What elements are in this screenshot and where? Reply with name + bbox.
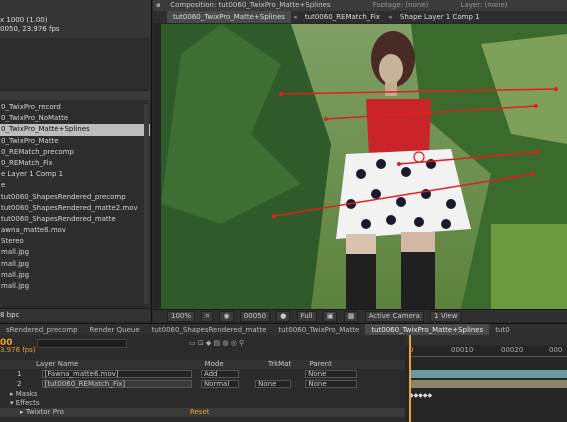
layer-number: 2	[17, 380, 22, 388]
layer-parent-dropdown[interactable]: None	[305, 380, 358, 388]
project-item[interactable]: mall.jpg	[0, 259, 150, 270]
mode-header[interactable]: Mode	[205, 360, 224, 368]
layer-row[interactable]: 1 [Fawna_matte6.mov] Add None	[0, 370, 405, 379]
layer-tab[interactable]: Layer: (none)	[461, 1, 508, 9]
layer-duration-bar[interactable]	[409, 380, 567, 388]
expand-triangle-icon[interactable]: ▸	[10, 390, 14, 398]
ruler-tick-label: 00010	[451, 346, 474, 354]
ruler-tick-label: 000	[549, 346, 563, 354]
timeline-tracks[interactable]: 0 00010 00020 000 ◆◆◆◆◆	[405, 335, 567, 422]
effect-name: Twixtor Pro	[25, 408, 64, 416]
timeline-column-headers: Layer Name Mode TrkMat Parent	[0, 360, 405, 369]
comp-panel-header: ▪ Composition: tut0060_TwixPro_Matte+Spl…	[153, 0, 567, 11]
effects-property[interactable]: ▾ Effects	[0, 399, 405, 408]
video-frame	[161, 24, 567, 309]
lock-icon[interactable]: ▪	[156, 0, 164, 11]
layer-name[interactable]: [Fawna_matte6.mov]	[41, 370, 192, 378]
panel-tab[interactable]: tut0060_ShapesRendered_matte	[146, 324, 273, 335]
grid-icon[interactable]: ⌗	[201, 311, 214, 322]
face	[379, 54, 403, 84]
panel-tab[interactable]: Render Queue	[84, 324, 146, 335]
layer-row[interactable]: 2 [tut0060_REMatch_Fix] Normal None None	[0, 380, 405, 389]
project-item[interactable]: awna_matte6.mov	[0, 225, 150, 236]
project-item[interactable]: 0_TwixPro_record	[0, 102, 150, 113]
project-item[interactable]: e	[0, 180, 150, 191]
project-item[interactable]: 0_TwixPro_Matte	[0, 136, 150, 147]
project-item[interactable]: tut0060_ShapesRendered_matte	[0, 214, 150, 225]
project-column-header[interactable]	[0, 90, 150, 100]
comp-tab[interactable]: tut0060_TwixPro_Matte+Splines	[167, 11, 291, 23]
project-item[interactable]: tut0060_ShapesRendered_precomp	[0, 192, 150, 203]
layer-parent-dropdown[interactable]: None	[305, 370, 358, 378]
expand-triangle-icon[interactable]: ▸	[20, 408, 24, 416]
trkmat-header[interactable]: TrkMat	[268, 360, 291, 368]
channel-icon[interactable]: ●	[276, 311, 291, 322]
parent-header[interactable]: Parent	[309, 360, 331, 368]
transparency-icon[interactable]: ▦	[343, 311, 359, 322]
keyframe-markers[interactable]: ◆◆◆◆◆	[409, 392, 432, 399]
masks-label: Masks	[15, 390, 38, 398]
project-panel: x 1000 (1.00) 0050, 23.976 fps 0_TwixPro…	[0, 0, 152, 322]
layer-trkmat-dropdown[interactable]: None	[255, 380, 292, 388]
project-info: x 1000 (1.00) 0050, 23.976 fps	[0, 0, 150, 38]
layer-mode-dropdown[interactable]: Add	[200, 370, 239, 378]
layer-duration-bar[interactable]	[409, 370, 567, 378]
timeline-tabs: sRendered_precomp Render Queue tut0060_Sha…	[0, 323, 567, 335]
comp-viewer[interactable]	[161, 24, 567, 309]
effects-label: Effects	[15, 399, 40, 407]
viewer-controls: 100% ⌗ ◉ 00050 ● Full ▣ ▦ Active Camera …	[153, 309, 567, 322]
reset-link[interactable]: Reset	[190, 408, 210, 416]
snapshot-icon[interactable]: ◉	[219, 311, 234, 322]
project-item-list: 0_TwixPro_record 0_TwixPro_NoMatte 0_TwixP…	[0, 102, 150, 292]
layer-name-header[interactable]: Layer Name	[36, 360, 78, 368]
view-layout-dropdown[interactable]: 1 View	[430, 311, 462, 322]
composition-panel: ▪ Composition: tut0060_TwixPro_Matte+Spl…	[153, 0, 567, 322]
comp-tab[interactable]: Shape Layer 1 Comp 1	[394, 11, 486, 23]
ruler-tick-label: 00020	[501, 346, 524, 354]
project-info-line: x 1000 (1.00)	[0, 16, 48, 24]
expand-triangle-icon[interactable]: ▾	[10, 399, 14, 407]
project-item[interactable]: mall.jpg	[0, 270, 150, 281]
project-item[interactable]: 0_REMatch_precomp	[0, 147, 150, 158]
project-item[interactable]: 0_TwixPro_Matte+Splines	[0, 124, 150, 136]
project-info-line: 0050, 23.976 fps	[0, 25, 60, 33]
project-item[interactable]: 0_TwixPro_NoMatte	[0, 113, 150, 124]
project-item[interactable]: mall.jpg	[0, 281, 150, 292]
bit-depth-button[interactable]: 8 bpc	[0, 311, 19, 319]
project-footer: 8 bpc	[0, 308, 150, 321]
project-scrollbar[interactable]	[144, 104, 149, 304]
layer-name[interactable]: [tut0060_REMatch_Fix]	[41, 380, 192, 388]
panel-tab[interactable]: tut0060_TwixPro_Matte+Splines	[365, 324, 490, 335]
panel-tab[interactable]: tut0	[489, 324, 515, 335]
composition-title[interactable]: Composition: tut0060_TwixPro_Matte+Splin…	[170, 1, 330, 9]
region-icon[interactable]: ▣	[322, 311, 338, 322]
masks-property[interactable]: ▸ Masks	[0, 390, 405, 399]
panel-tab[interactable]: sRendered_precomp	[0, 324, 84, 335]
layer-mode-dropdown[interactable]: Normal	[200, 380, 239, 388]
project-item[interactable]: tut0060_ShapesRendered_matte2.mov	[0, 203, 150, 214]
chevron-right-icon: ◂	[388, 13, 392, 21]
comp-tab[interactable]: tut0060_REMatch_Fix	[299, 11, 386, 23]
project-item[interactable]: Stereo	[0, 236, 150, 247]
footage-tab[interactable]: Footage: (none)	[373, 1, 429, 9]
panel-tab[interactable]: tut0060_TwixPro_Matte	[272, 324, 365, 335]
timecode-field[interactable]: 00050	[239, 311, 271, 322]
playhead[interactable]	[409, 335, 411, 422]
project-item[interactable]: 0_REMatch_Fix	[0, 158, 150, 169]
project-item[interactable]: e Layer 1 Comp 1	[0, 169, 150, 180]
project-item[interactable]: mall.jpg	[0, 247, 150, 258]
effect-row[interactable]: ▸ Twixtor Pro Reset	[0, 408, 405, 417]
fps-label: 3.976 fps)	[0, 346, 36, 354]
zoom-dropdown[interactable]: 100%	[167, 311, 196, 322]
chevron-right-icon: ◂	[293, 13, 297, 21]
project-preview-area	[0, 38, 150, 90]
work-area-bar[interactable]	[405, 335, 567, 345]
camera-dropdown[interactable]: Active Camera	[364, 311, 424, 322]
resolution-dropdown[interactable]: Full	[296, 311, 317, 322]
time-ruler[interactable]: 0 00010 00020 000	[409, 345, 567, 357]
layer-number: 1	[17, 370, 22, 378]
red-top	[366, 99, 431, 154]
comp-tabs: tut0060_TwixPro_Matte+Splines ◂ tut0060_…	[153, 11, 567, 23]
